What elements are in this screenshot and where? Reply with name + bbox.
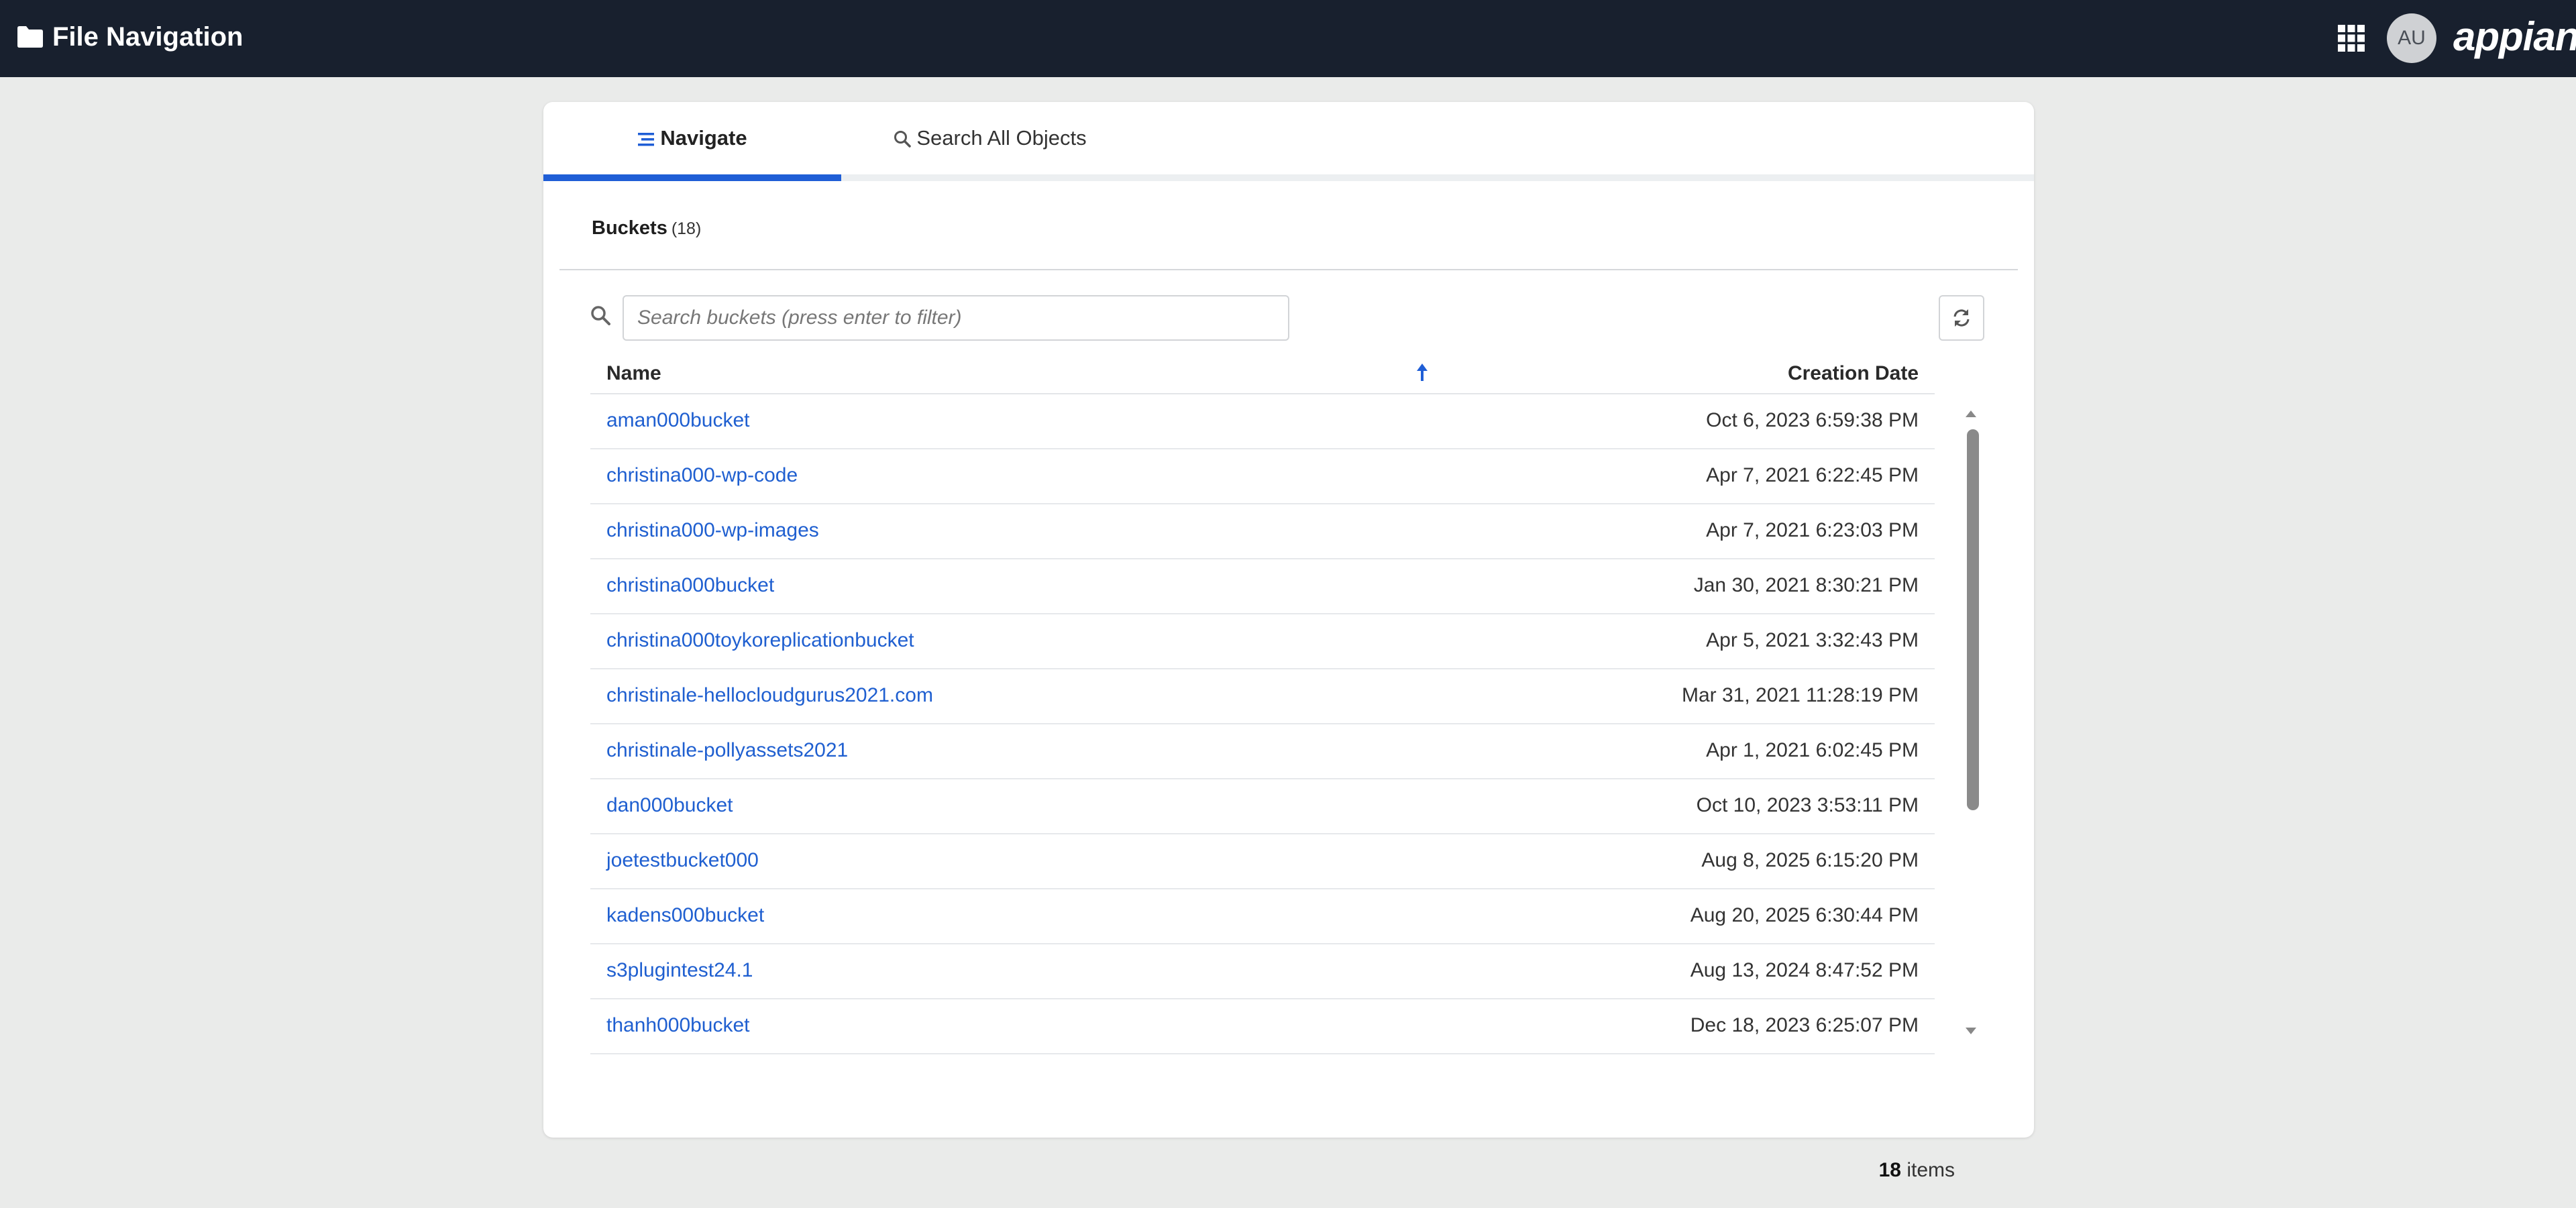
bucket-name-link[interactable]: christina000-wp-code	[606, 464, 798, 487]
tab-search-label: Search All Objects	[916, 126, 1087, 150]
bucket-creation-date: Jan 30, 2021 8:30:21 PM	[1693, 574, 1919, 596]
file-navigation-card: Navigate Search All Objects Buckets(18)	[543, 102, 2034, 1181]
table-header: Name Creation Date	[590, 357, 1935, 394]
bucket-name-link[interactable]: s3plugintest24.1	[606, 959, 753, 982]
tab-bar: Navigate Search All Objects	[543, 102, 2034, 181]
refresh-icon	[1953, 309, 1970, 327]
bucket-name-link[interactable]: christina000-wp-images	[606, 519, 819, 542]
table-row: joetestbucket000 Aug 8, 2025 6:15:20 PM	[590, 834, 1935, 889]
sort-ascending-icon[interactable]	[1414, 360, 1430, 385]
table-scrollbar-thumb[interactable]	[1967, 429, 1979, 810]
bucket-creation-date: Apr 7, 2021 6:23:03 PM	[1706, 519, 1919, 541]
bucket-name-link[interactable]: kadens000bucket	[606, 904, 764, 927]
list-icon	[638, 133, 655, 146]
table-row: christinale-hellocloudgurus2021.com Mar …	[590, 669, 1935, 724]
buckets-heading-label: Buckets	[592, 217, 667, 239]
top-bar: File Navigation AU appian	[0, 0, 2576, 77]
table-row: christinale-pollyassets2021 Apr 1, 2021 …	[590, 724, 1935, 779]
bucket-creation-date: Apr 7, 2021 6:22:45 PM	[1706, 464, 1919, 486]
search-icon	[591, 306, 610, 325]
scroll-up-arrow[interactable]	[1966, 410, 1976, 417]
scroll-down-arrow[interactable]	[1966, 1028, 1976, 1034]
table-row: christina000-wp-images Apr 7, 2021 6:23:…	[590, 504, 1935, 559]
table-row: dan000bucket Oct 10, 2023 3:53:11 PM	[590, 779, 1935, 834]
column-header-name[interactable]: Name	[606, 362, 661, 385]
bucket-creation-date: Dec 18, 2023 6:25:07 PM	[1690, 1014, 1919, 1036]
table-row: christina000bucket Jan 30, 2021 8:30:21 …	[590, 559, 1935, 614]
tab-search-all-objects[interactable]: Search All Objects	[841, 102, 1139, 174]
app-title: File Navigation	[52, 22, 244, 52]
bucket-name-link[interactable]: joetestbucket000	[606, 849, 759, 872]
bucket-creation-date: Apr 1, 2021 6:02:45 PM	[1706, 739, 1919, 761]
section-divider	[559, 269, 2018, 270]
bucket-creation-date: Oct 10, 2023 3:53:11 PM	[1696, 794, 1919, 816]
table-row: s3plugintest24.1 Aug 13, 2024 8:47:52 PM	[590, 944, 1935, 999]
table-row: kadens000bucket Aug 20, 2025 6:30:44 PM	[590, 889, 1935, 944]
bucket-name-link[interactable]: christina000bucket	[606, 574, 774, 597]
bucket-name-link[interactable]: aman000bucket	[606, 409, 750, 432]
tab-navigate-label: Navigate	[660, 126, 747, 150]
bucket-name-link[interactable]: dan000bucket	[606, 794, 733, 817]
app-grid-icon[interactable]	[2337, 23, 2366, 53]
table-row: aman000bucket Oct 6, 2023 6:59:38 PM	[590, 394, 1935, 449]
items-count-number: 18	[1878, 1159, 1901, 1181]
bucket-name-link[interactable]: christina000toykoreplicationbucket	[606, 629, 914, 652]
bucket-name-link[interactable]: thanh000bucket	[606, 1014, 750, 1037]
tab-selected-indicator	[543, 174, 841, 181]
bucket-creation-date: Apr 5, 2021 3:32:43 PM	[1706, 629, 1919, 651]
column-header-creation-date[interactable]: Creation Date	[1788, 362, 1919, 385]
buckets-heading: Buckets (18)	[592, 217, 701, 239]
table-row: thanh000bucket Dec 18, 2023 6:25:07 PM	[590, 999, 1935, 1054]
items-count-suffix: items	[1907, 1159, 1955, 1181]
search-icon	[894, 131, 912, 148]
bucket-table-body: aman000bucket Oct 6, 2023 6:59:38 PM chr…	[590, 394, 1935, 1147]
bucket-creation-date: Aug 13, 2024 8:47:52 PM	[1690, 959, 1919, 981]
bucket-creation-date: Aug 8, 2025 6:15:20 PM	[1701, 849, 1919, 871]
bucket-name-link[interactable]: christinale-pollyassets2021	[606, 739, 848, 762]
bucket-creation-date: Mar 31, 2021 11:28:19 PM	[1682, 684, 1919, 706]
appian-logo: appian	[2453, 14, 2576, 59]
tab-navigate[interactable]: Navigate	[543, 102, 841, 181]
bucket-search-input[interactable]	[623, 295, 1289, 341]
items-count: 18 items	[1879, 1159, 1955, 1182]
bucket-creation-date: Aug 20, 2025 6:30:44 PM	[1690, 904, 1919, 926]
bucket-creation-date: Oct 6, 2023 6:59:38 PM	[1706, 409, 1919, 431]
refresh-button[interactable]	[1939, 295, 1984, 341]
folder-icon	[17, 26, 43, 48]
table-row: christina000-wp-code Apr 7, 2021 6:22:45…	[590, 449, 1935, 504]
user-avatar[interactable]: AU	[2387, 13, 2436, 63]
buckets-count: (18)	[671, 219, 702, 238]
table-row: christina000toykoreplicationbucket Apr 5…	[590, 614, 1935, 669]
bucket-name-link[interactable]: christinale-hellocloudgurus2021.com	[606, 684, 933, 707]
